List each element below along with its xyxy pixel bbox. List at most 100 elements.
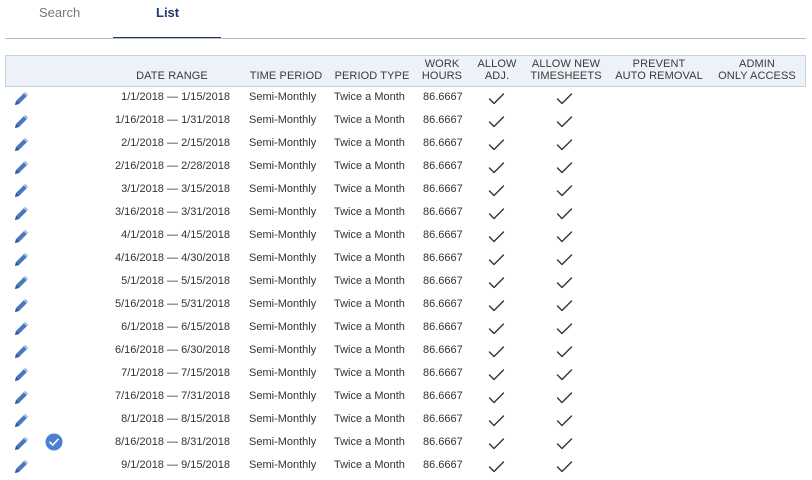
allow-adj-checkmark-icon bbox=[488, 460, 505, 474]
time-period-cell: Semi-Monthly bbox=[249, 321, 317, 333]
time-period-cell: Semi-Monthly bbox=[249, 252, 317, 264]
col-prevent-auto-removal[interactable]: PREVENT AUTO REMOVAL bbox=[611, 58, 707, 82]
table-row: 5/1/2018 — 5/15/2018 Semi-Monthly Twice a … bbox=[5, 271, 806, 294]
time-period-cell: Semi-Monthly bbox=[249, 344, 317, 356]
date-range-cell: 2/16/2018 — 2/28/2018 bbox=[115, 160, 230, 172]
col-work-hours-line1: WORK bbox=[424, 58, 460, 70]
tab-search[interactable]: Search bbox=[39, 6, 80, 28]
period-type-cell: Twice a Month bbox=[334, 252, 405, 264]
table-row: 5/16/2018 — 5/31/2018 Semi-Monthly Twice a… bbox=[5, 294, 806, 317]
date-end: 3/15/2018 bbox=[181, 183, 230, 195]
pay-period-table: DATE RANGE TIME PERIOD PERIOD TYPE WORK … bbox=[5, 55, 806, 478]
col-allow-adj[interactable]: ALLOW ADJ. bbox=[472, 58, 522, 82]
edit-pencil-icon[interactable] bbox=[13, 159, 30, 176]
date-start: 3/16/2018 bbox=[115, 206, 164, 218]
edit-pencil-icon[interactable] bbox=[13, 90, 30, 107]
period-type-cell: Twice a Month bbox=[334, 321, 405, 333]
date-range-cell: 1/1/2018 — 1/15/2018 bbox=[121, 91, 230, 103]
date-range-cell: 4/1/2018 — 4/15/2018 bbox=[121, 229, 230, 241]
date-end: 2/28/2018 bbox=[181, 160, 230, 172]
work-hours-cell: 86.6667 bbox=[423, 229, 463, 241]
date-range-cell: 4/16/2018 — 4/30/2018 bbox=[115, 252, 230, 264]
period-type-cell: Twice a Month bbox=[334, 344, 405, 356]
time-period-cell: Semi-Monthly bbox=[249, 206, 317, 218]
allow-new-checkmark-icon bbox=[556, 253, 573, 267]
table-row: 8/16/2018 — 8/31/2018 Semi-Monthly Twice a… bbox=[5, 432, 806, 455]
date-end: 4/30/2018 bbox=[181, 252, 230, 264]
table-row: 6/1/2018 — 6/15/2018 Semi-Monthly Twice a … bbox=[5, 317, 806, 340]
col-time-period[interactable]: TIME PERIOD bbox=[248, 70, 324, 82]
date-start: 6/1/2018 bbox=[121, 321, 164, 333]
table-row: 9/1/2018 — 9/15/2018 Semi-Monthly Twice a … bbox=[5, 455, 806, 478]
col-admin-only-access[interactable]: ADMIN ONLY ACCESS bbox=[712, 58, 802, 82]
work-hours-cell: 86.6667 bbox=[423, 321, 463, 333]
edit-pencil-icon[interactable] bbox=[13, 458, 30, 475]
work-hours-cell: 86.6667 bbox=[423, 298, 463, 310]
edit-pencil-icon[interactable] bbox=[13, 389, 30, 406]
edit-pencil-icon[interactable] bbox=[13, 182, 30, 199]
table-row: 4/16/2018 — 4/30/2018 Semi-Monthly Twice a… bbox=[5, 248, 806, 271]
period-type-cell: Twice a Month bbox=[334, 367, 405, 379]
table-row: 4/1/2018 — 4/15/2018 Semi-Monthly Twice a … bbox=[5, 225, 806, 248]
table-row: 3/16/2018 — 3/31/2018 Semi-Monthly Twice a… bbox=[5, 202, 806, 225]
allow-new-checkmark-icon bbox=[556, 230, 573, 244]
edit-pencil-icon[interactable] bbox=[13, 435, 30, 452]
col-allow-adj-line1: ALLOW bbox=[477, 58, 517, 70]
allow-adj-checkmark-icon bbox=[488, 253, 505, 267]
allow-adj-checkmark-icon bbox=[488, 92, 505, 106]
edit-pencil-icon[interactable] bbox=[13, 274, 30, 291]
edit-pencil-icon[interactable] bbox=[13, 205, 30, 222]
col-work-hours[interactable]: WORK HOURS bbox=[417, 58, 467, 82]
time-period-cell: Semi-Monthly bbox=[249, 367, 317, 379]
allow-adj-checkmark-icon bbox=[488, 207, 505, 221]
table-row: 2/1/2018 — 2/15/2018 Semi-Monthly Twice a … bbox=[5, 133, 806, 156]
work-hours-cell: 86.6667 bbox=[423, 367, 463, 379]
date-start: 3/1/2018 bbox=[121, 183, 164, 195]
period-type-cell: Twice a Month bbox=[334, 390, 405, 402]
allow-adj-checkmark-icon bbox=[488, 414, 505, 428]
tab-list[interactable]: List bbox=[156, 6, 179, 28]
period-type-cell: Twice a Month bbox=[334, 229, 405, 241]
work-hours-cell: 86.6667 bbox=[423, 114, 463, 126]
table-row: 3/1/2018 — 3/15/2018 Semi-Monthly Twice a … bbox=[5, 179, 806, 202]
work-hours-cell: 86.6667 bbox=[423, 275, 463, 287]
edit-pencil-icon[interactable] bbox=[13, 320, 30, 337]
edit-pencil-icon[interactable] bbox=[13, 366, 30, 383]
col-date-range[interactable]: DATE RANGE bbox=[126, 70, 218, 82]
date-end: 7/31/2018 bbox=[181, 390, 230, 402]
work-hours-cell: 86.6667 bbox=[423, 436, 463, 448]
date-start: 1/16/2018 bbox=[115, 114, 164, 126]
date-range-cell: 5/1/2018 — 5/15/2018 bbox=[121, 275, 230, 287]
edit-pencil-icon[interactable] bbox=[13, 113, 30, 130]
date-range-cell: 8/1/2018 — 8/15/2018 bbox=[121, 413, 230, 425]
work-hours-cell: 86.6667 bbox=[423, 206, 463, 218]
edit-pencil-icon[interactable] bbox=[13, 228, 30, 245]
date-start: 4/16/2018 bbox=[115, 252, 164, 264]
period-type-cell: Twice a Month bbox=[334, 459, 405, 471]
edit-pencil-icon[interactable] bbox=[13, 343, 30, 360]
period-type-cell: Twice a Month bbox=[334, 160, 405, 172]
col-prevent-line2: AUTO REMOVAL bbox=[615, 70, 703, 82]
allow-adj-checkmark-icon bbox=[488, 322, 505, 336]
allow-adj-checkmark-icon bbox=[488, 161, 505, 175]
allow-new-checkmark-icon bbox=[556, 460, 573, 474]
date-end: 4/15/2018 bbox=[181, 229, 230, 241]
col-work-hours-line2: HOURS bbox=[421, 70, 463, 82]
edit-pencil-icon[interactable] bbox=[13, 251, 30, 268]
allow-new-checkmark-icon bbox=[556, 368, 573, 382]
allow-new-checkmark-icon bbox=[556, 207, 573, 221]
table-row: 7/16/2018 — 7/31/2018 Semi-Monthly Twice a… bbox=[5, 386, 806, 409]
period-type-cell: Twice a Month bbox=[334, 436, 405, 448]
edit-pencil-icon[interactable] bbox=[13, 412, 30, 429]
date-range-cell: 6/1/2018 — 6/15/2018 bbox=[121, 321, 230, 333]
date-end: 5/15/2018 bbox=[181, 275, 230, 287]
edit-pencil-icon[interactable] bbox=[13, 297, 30, 314]
period-type-cell: Twice a Month bbox=[334, 413, 405, 425]
time-period-cell: Semi-Monthly bbox=[249, 160, 317, 172]
edit-pencil-icon[interactable] bbox=[13, 136, 30, 153]
time-period-cell: Semi-Monthly bbox=[249, 275, 317, 287]
period-type-cell: Twice a Month bbox=[334, 114, 405, 126]
col-allow-new-timesheets[interactable]: ALLOW NEW TIMESHEETS bbox=[525, 58, 607, 82]
allow-adj-checkmark-icon bbox=[488, 276, 505, 290]
col-period-type[interactable]: PERIOD TYPE bbox=[333, 70, 411, 82]
